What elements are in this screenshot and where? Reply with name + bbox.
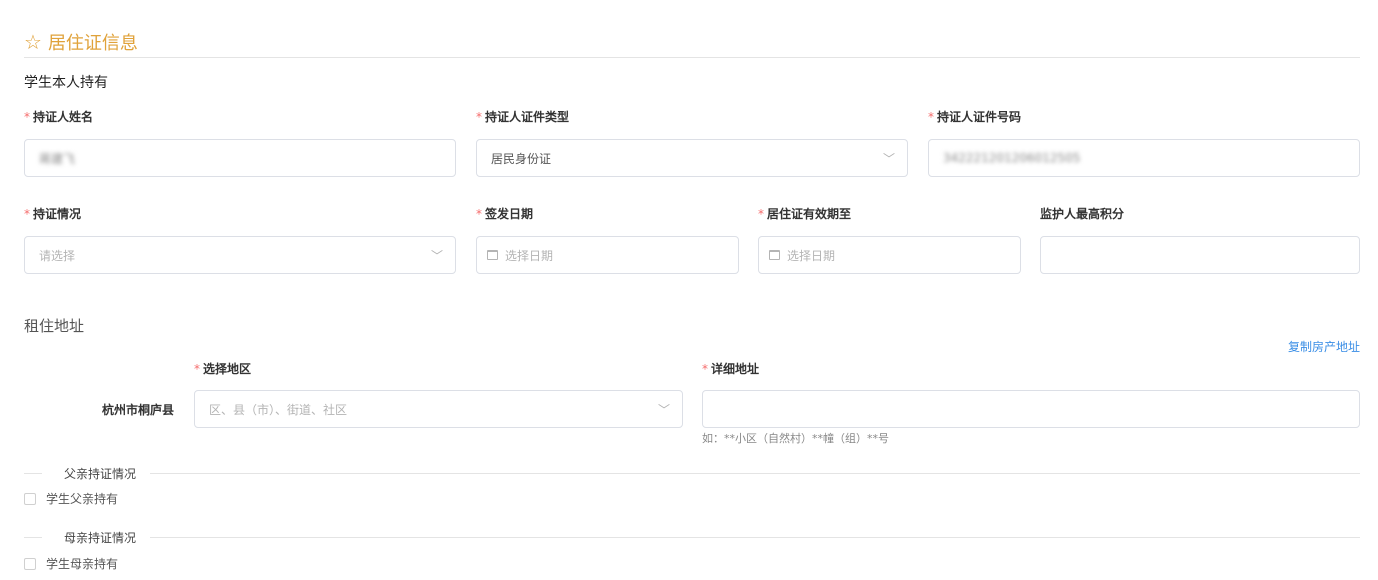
required-marker: * (24, 110, 30, 124)
id-type-label: * 持证人证件类型 (476, 110, 570, 124)
required-marker: * (194, 362, 200, 376)
status-select[interactable]: 请选择 ﹀ (24, 236, 456, 274)
calendar-icon (769, 250, 780, 260)
divider-line (24, 472, 42, 474)
chevron-down-icon: ﹀ (657, 403, 670, 417)
valid-until-label: * 居住证有效期至 (758, 207, 852, 221)
address-label: * 详细地址 (702, 362, 760, 376)
section-title: 居住证信息 (47, 32, 138, 54)
issue-date-placeholder: 选择日期 (505, 248, 554, 263)
father-divider-text: 父亲持证情况 (64, 466, 137, 481)
divider-line (24, 536, 42, 538)
checkbox-box[interactable] (24, 492, 36, 505)
required-marker: * (24, 207, 30, 221)
mother-divider-text: 母亲持证情况 (64, 530, 137, 545)
section-header: ☆ 居住证信息 (24, 26, 1360, 58)
chevron-down-icon: ﹀ (430, 249, 443, 263)
star-outline-icon: ☆ (24, 29, 42, 54)
id-number-value: 342221201206012505 (943, 151, 1081, 165)
id-type-value: 居民身份证 (491, 151, 552, 166)
required-marker: * (702, 362, 708, 376)
calendar-icon (487, 250, 498, 260)
region-prefix: 杭州市桐庐县 (101, 403, 174, 417)
valid-until-picker[interactable]: 选择日期 (758, 236, 1021, 274)
id-number-input[interactable]: 342221201206012505 (928, 139, 1360, 177)
name-value: 蒋建飞 (39, 151, 76, 166)
region-placeholder: 区、县（市）、街道、社区 (209, 402, 348, 417)
name-label: * 持证人姓名 (24, 110, 94, 124)
name-input[interactable]: 蒋建飞 (24, 139, 456, 177)
issue-date-picker[interactable]: 选择日期 (476, 236, 739, 274)
required-marker: * (476, 110, 482, 124)
mother-checkbox-label: 学生母亲持有 (46, 557, 119, 571)
address-input[interactable] (702, 390, 1360, 428)
rental-title: 租住地址 (24, 317, 85, 335)
region-cascader[interactable]: 区、县（市）、街道、社区 ﹀ (194, 390, 683, 428)
id-type-select[interactable]: 居民身份证 ﹀ (476, 139, 908, 177)
address-hint: 如：**小区（自然村）**幢（组）**号 (702, 432, 889, 445)
guardian-score-input[interactable] (1040, 236, 1360, 274)
status-label: * 持证情况 (24, 207, 82, 221)
divider-line (150, 536, 1360, 538)
chevron-down-icon: ﹀ (882, 152, 895, 166)
valid-until-placeholder: 选择日期 (787, 248, 836, 263)
copy-address-link[interactable]: 复制房产地址 (1288, 338, 1360, 355)
father-checkbox[interactable]: 学生父亲持有 (24, 490, 118, 507)
required-marker: * (758, 207, 764, 221)
father-divider: 父亲持证情况 (24, 465, 1360, 481)
required-marker: * (476, 207, 482, 221)
status-placeholder: 请选择 (39, 248, 76, 263)
divider-line (150, 472, 1360, 474)
father-checkbox-label: 学生父亲持有 (46, 492, 119, 506)
issue-date-label: * 签发日期 (476, 207, 534, 221)
holder-subtitle: 学生本人持有 (24, 75, 108, 91)
checkbox-box[interactable] (24, 557, 36, 570)
id-number-label: * 持证人证件号码 (928, 110, 1022, 124)
region-label: * 选择地区 (194, 362, 252, 376)
mother-checkbox[interactable]: 学生母亲持有 (24, 555, 118, 572)
required-marker: * (928, 110, 934, 124)
mother-divider: 母亲持证情况 (24, 529, 1360, 545)
guardian-score-label: 监护人最高积分 (1040, 207, 1125, 221)
